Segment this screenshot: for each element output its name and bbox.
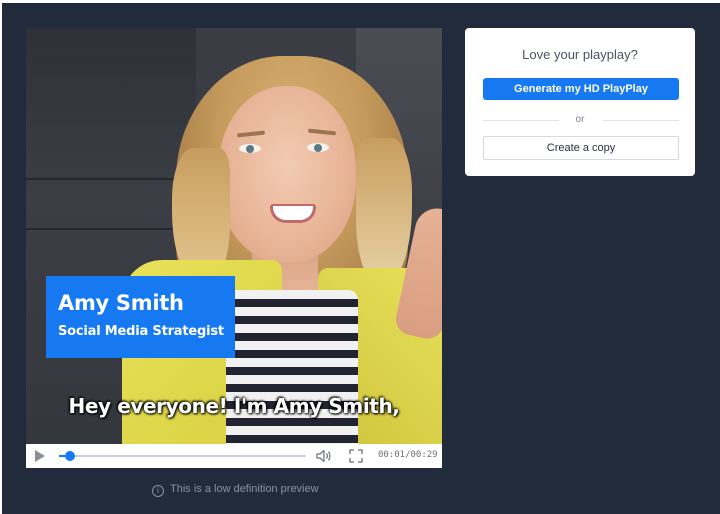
preview-notice-text: This is a low definition preview	[170, 483, 319, 495]
speaker-role: Social Media Strategist	[58, 324, 224, 339]
face	[218, 86, 356, 262]
fullscreen-icon[interactable]	[349, 449, 363, 463]
eye	[239, 144, 261, 153]
volume-icon[interactable]	[316, 449, 332, 463]
progress-bar[interactable]	[59, 451, 306, 461]
striped-shirt	[226, 290, 358, 444]
mouth	[270, 204, 316, 223]
progress-handle[interactable]	[65, 451, 76, 461]
time-display: 00:01/00:29	[378, 450, 438, 460]
create-copy-button[interactable]: Create a copy	[483, 136, 679, 160]
player-controls: 00:01/00:29	[26, 444, 442, 468]
divider	[603, 120, 679, 121]
wall-seam	[26, 178, 196, 180]
app-background: Amy Smith Social Media Strategist Hey ev…	[2, 3, 720, 514]
generate-hd-button[interactable]: Generate my HD PlayPlay	[483, 78, 679, 100]
eye	[307, 143, 329, 152]
info-icon: i	[152, 485, 164, 497]
page: Amy Smith Social Media Strategist Hey ev…	[0, 0, 720, 514]
export-card: Love your playplay? Generate my HD PlayP…	[465, 28, 695, 176]
preview-notice: i This is a low definition preview	[152, 483, 319, 497]
wall-seam	[26, 228, 196, 230]
play-icon[interactable]	[35, 450, 45, 462]
video-frame-image	[26, 28, 442, 444]
video-preview[interactable]: Amy Smith Social Media Strategist Hey ev…	[26, 28, 442, 444]
card-title: Love your playplay?	[522, 47, 638, 62]
lower-third-caption: Amy Smith Social Media Strategist	[46, 276, 235, 358]
video-subtitle: Hey everyone! I'm Amy Smith,	[68, 394, 400, 418]
speaker-name: Amy Smith	[58, 291, 184, 315]
